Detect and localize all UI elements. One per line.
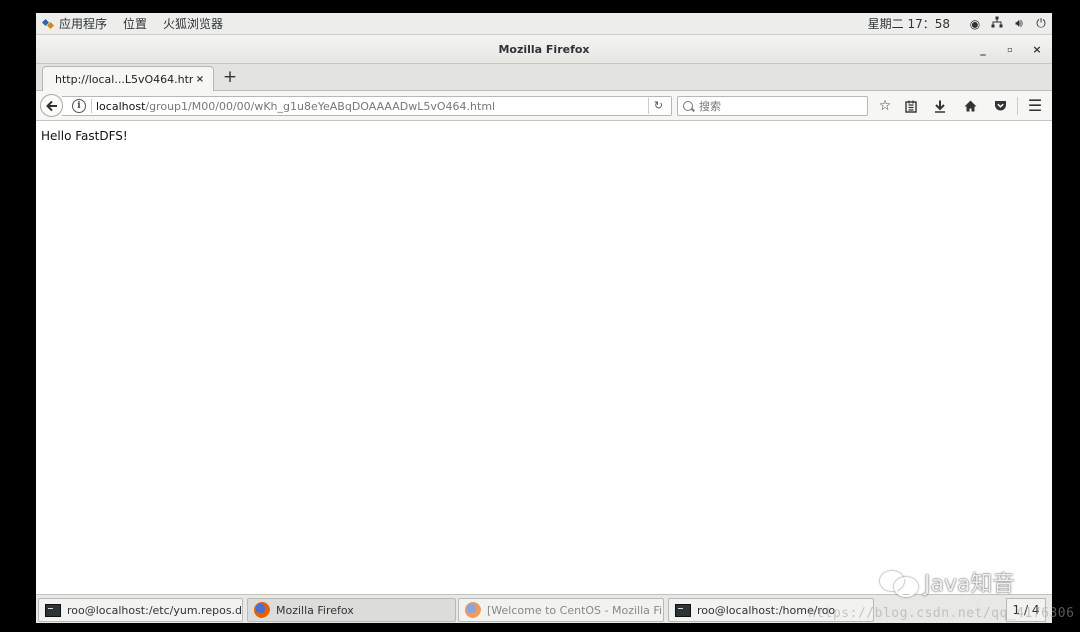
applications-menu[interactable]: 应用程序 (36, 13, 115, 35)
home-icon[interactable] (959, 96, 981, 116)
close-window-button[interactable]: × (1028, 41, 1046, 59)
firefox-icon (465, 602, 481, 618)
wechat-icon (880, 569, 918, 597)
tab-active[interactable]: http://local...L5vO464.html × (42, 66, 214, 92)
page-content: Hello FastDFS! (36, 122, 1052, 594)
url-separator (91, 99, 92, 113)
url-watermark: https://blog.csdn.net/qq_4176306 (808, 606, 1075, 621)
new-tab-button[interactable]: + (220, 67, 240, 87)
power-icon[interactable]: ⏻ (1030, 16, 1052, 31)
reader-glyph (905, 100, 917, 113)
taskbar-item-label: [Welcome to CentOS - Mozilla Fire… (487, 603, 663, 617)
applications-menu-label: 应用程序 (59, 17, 108, 31)
screen-record-icon[interactable]: ◉ (964, 17, 986, 31)
window-title-bar[interactable]: Mozilla Firefox _ ▫ × (36, 35, 1052, 64)
network-icon[interactable] (986, 16, 1008, 31)
back-arrow-icon (45, 100, 57, 112)
active-app-menu[interactable]: 火狐浏览器 (155, 13, 231, 35)
bookmark-star-icon[interactable]: ☆ (874, 96, 896, 116)
reader-view-icon[interactable] (900, 96, 922, 116)
download-icon[interactable] (929, 96, 951, 116)
taskbar-item-firefox[interactable]: Mozilla Firefox (247, 598, 456, 622)
firefox-icon (254, 602, 270, 618)
window-title: Mozilla Firefox (498, 43, 590, 56)
back-button[interactable] (40, 94, 63, 117)
network-glyph (991, 16, 1003, 28)
navigation-toolbar: i localhost /group1/M00/00/00/wKh_g1u8eY… (36, 91, 1052, 121)
taskbar-item-terminal-yum[interactable]: roo@localhost:/etc/yum.repos.d (38, 598, 243, 622)
brand-watermark: Java知音 (880, 566, 1014, 598)
site-info-icon[interactable]: i (72, 99, 86, 113)
reload-icon[interactable]: ↻ (648, 98, 668, 114)
url-path: /group1/M00/00/00/wKh_g1u8eYeABqDOAAAADw… (145, 99, 496, 113)
gnome-top-bar: 应用程序 位置 火狐浏览器 星期二 17：58 ◉ 🔊︎ ⏻ (36, 13, 1052, 35)
taskbar-item-firefox-welcome[interactable]: [Welcome to CentOS - Mozilla Fire… (458, 598, 664, 622)
page-body-text: Hello FastDFS! (41, 129, 128, 143)
pocket-icon[interactable] (989, 96, 1011, 116)
home-glyph (964, 100, 976, 112)
tab-strip: http://local...L5vO464.html × + (36, 64, 1052, 92)
toolbar-separator (1017, 97, 1018, 115)
minimize-button[interactable]: _ (974, 41, 992, 59)
desktop-screen: 应用程序 位置 火狐浏览器 星期二 17：58 ◉ 🔊︎ ⏻ Mozilla F… (36, 13, 1052, 623)
search-bar[interactable]: 搜索 (677, 96, 868, 116)
url-bar[interactable]: i localhost /group1/M00/00/00/wKh_g1u8eY… (62, 96, 672, 116)
brand-watermark-text: Java知音 (924, 572, 1015, 597)
places-menu[interactable]: 位置 (115, 13, 155, 35)
pocket-glyph (994, 101, 1006, 111)
search-placeholder: 搜索 (699, 100, 721, 113)
terminal-icon (675, 603, 691, 617)
tab-close-icon[interactable]: × (193, 74, 207, 85)
hamburger-menu-icon[interactable]: ☰ (1024, 96, 1046, 116)
applications-icon (42, 18, 54, 30)
taskbar-item-label: roo@localhost:/etc/yum.repos.d (67, 603, 243, 617)
tab-label: http://local...L5vO464.html (55, 73, 193, 86)
url-host: localhost (96, 99, 146, 113)
maximize-button[interactable]: ▫ (1001, 41, 1019, 59)
clock[interactable]: 星期二 17：58 (860, 13, 964, 35)
terminal-icon (45, 603, 61, 617)
download-glyph (935, 100, 945, 113)
taskbar-item-label: Mozilla Firefox (276, 603, 354, 617)
search-icon (683, 101, 693, 111)
volume-icon[interactable]: 🔊︎ (1008, 16, 1030, 31)
